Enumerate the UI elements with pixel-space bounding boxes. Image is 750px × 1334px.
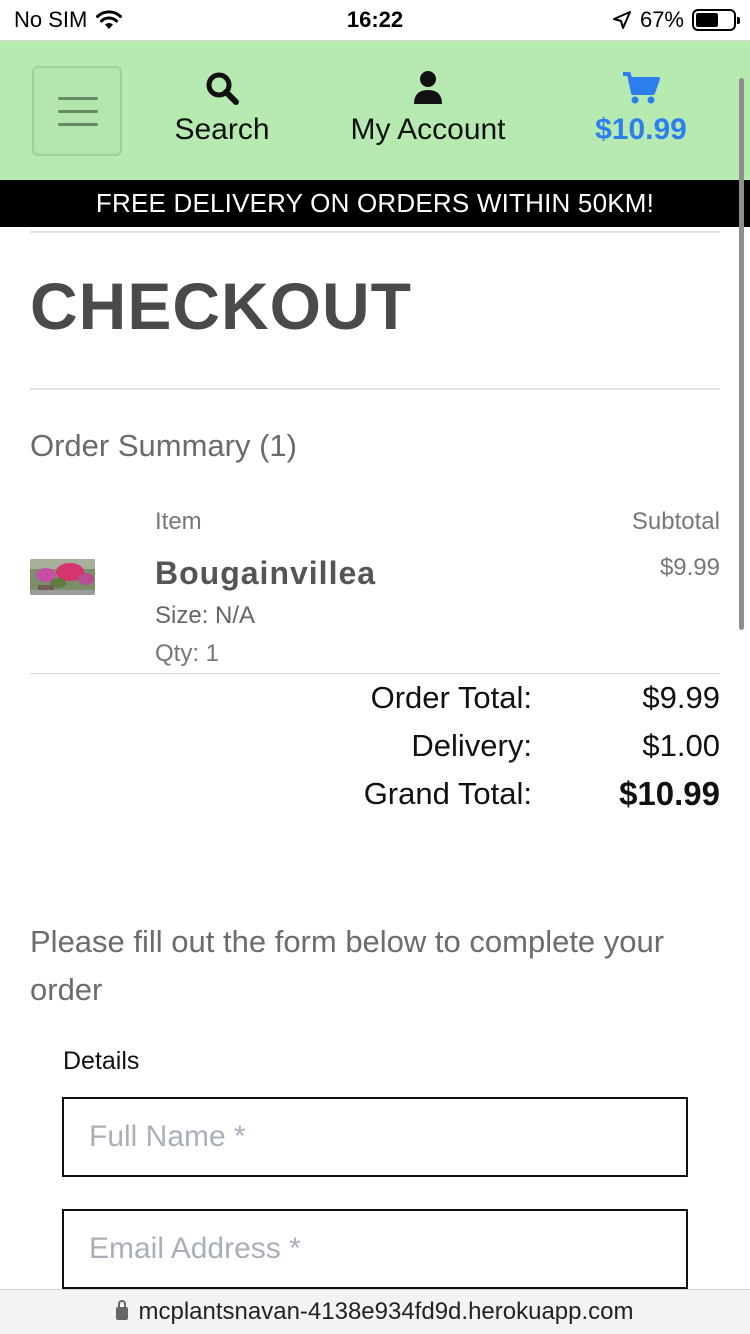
menu-toggle-button[interactable]: [32, 66, 122, 156]
status-bar: No SIM 16:22 67%: [0, 0, 750, 40]
search-icon: [206, 72, 239, 105]
delivery-label: Delivery:: [411, 728, 532, 763]
url-text: mcplantsnavan-4138e934fd9d.herokuapp.com: [138, 1298, 634, 1325]
full-name-input[interactable]: [62, 1097, 688, 1177]
hamburger-icon: [58, 97, 98, 100]
cart-link[interactable]: $10.99: [575, 69, 707, 147]
top-nav: Search My Account $10.99: [0, 40, 750, 180]
divider: [30, 388, 720, 390]
hamburger-icon-line: [58, 110, 98, 113]
column-header-item: Item: [155, 508, 202, 535]
product-name: Bougainvillea: [155, 555, 377, 591]
order-total-value: $9.99: [642, 680, 720, 715]
search-label: Search: [174, 113, 270, 146]
column-header-subtotal: Subtotal: [631, 508, 720, 535]
delivery-banner: FREE DELIVERY ON ORDERS WITHIN 50KM!: [0, 180, 750, 227]
shopping-cart-icon: [623, 72, 660, 104]
details-legend: Details: [63, 1047, 140, 1075]
battery-percent: 67%: [639, 7, 684, 32]
battery-icon: [692, 9, 740, 31]
user-icon: [414, 71, 442, 104]
grand-total-label: Grand Total:: [363, 776, 532, 811]
location-arrow-icon: [612, 11, 631, 29]
hamburger-icon-line: [58, 123, 98, 126]
my-account-label: My Account: [350, 113, 506, 146]
product-size: Size: N/A: [155, 602, 256, 629]
cart-total: $10.99: [595, 113, 687, 146]
divider: [30, 673, 720, 674]
page-title: CHECKOUT: [30, 269, 412, 343]
product-qty: Qty: 1: [155, 640, 220, 667]
status-right: 67%: [612, 7, 740, 33]
scrollbar[interactable]: [739, 78, 744, 630]
browser-url-bar[interactable]: mcplantsnavan-4138e934fd9d.herokuapp.com: [0, 1289, 750, 1334]
search-link[interactable]: Search: [162, 69, 282, 147]
form-instructions: Please fill out the form below to comple…: [30, 924, 665, 1007]
order-total-label: Order Total:: [370, 680, 532, 715]
product-subtotal: $9.99: [659, 554, 720, 581]
delivery-value: $1.00: [642, 728, 720, 763]
grand-total-value: $10.99: [619, 775, 720, 812]
email-input[interactable]: [62, 1209, 688, 1289]
lock-icon: [116, 1300, 129, 1320]
divider: [30, 231, 720, 233]
product-thumbnail: [30, 559, 95, 595]
my-account-link[interactable]: My Account: [338, 69, 518, 147]
order-summary-title: Order Summary (1): [30, 428, 297, 463]
